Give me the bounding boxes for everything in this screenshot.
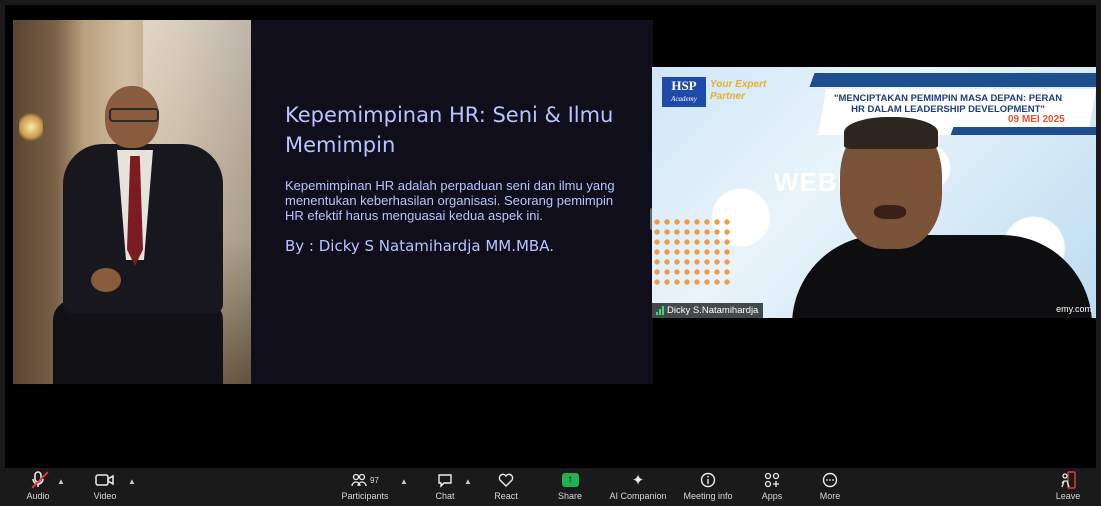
participants-button[interactable]: 97 Participants [330, 470, 400, 501]
logo-text: HSP [671, 78, 697, 93]
sparkle-icon: ✦ [631, 472, 645, 489]
logo-tagline: Your Expert Partner [710, 79, 767, 102]
participants-options-caret[interactable]: ▲ [400, 477, 408, 486]
share-button[interactable]: ↑ Share [535, 470, 605, 501]
slide-body: Kepemimpinan HR adalah perpaduan seni da… [285, 178, 615, 223]
chat-icon [437, 470, 453, 490]
apps-label: Apps [761, 491, 783, 501]
video-label: Video [93, 491, 117, 501]
speaker-figure [792, 117, 1092, 318]
meeting-info-button[interactable]: Meeting info [673, 470, 743, 501]
audio-options-caret[interactable]: ▲ [57, 477, 65, 486]
react-label: React [494, 491, 518, 501]
slide-author: By : Dicky S Natamihardja MM.MBA. [285, 237, 554, 255]
heart-icon [498, 470, 514, 490]
presenter-figure [53, 80, 223, 384]
more-button[interactable]: More [795, 470, 865, 501]
banner-title: "MENCIPTAKAN PEMIMPIN MASA DEPAN: PERAN … [833, 93, 1063, 115]
slide-title: Kepemimpinan HR: Seni & Ilmu Memimpin [285, 103, 614, 157]
ai-companion-label: AI Companion [609, 491, 667, 501]
audio-label: Audio [26, 491, 50, 501]
participant-name-tag: Dicky S.Natamihardja [652, 303, 764, 318]
logo-subtext: Academy [671, 95, 697, 103]
chat-label: Chat [435, 491, 455, 501]
leave-icon [1059, 470, 1077, 490]
participant-video-tile[interactable]: WEBI HSP Academy Your Expert Partner "ME… [652, 67, 1096, 318]
slide-text-block: Kepemimpinan HR: Seni & Ilmu Memimpin Ke… [285, 100, 625, 255]
photo-lamp [19, 112, 43, 142]
microphone-muted-icon [31, 470, 49, 490]
banner-top-bar [809, 73, 1096, 87]
leave-button[interactable]: Leave [1033, 470, 1101, 501]
participants-label: Participants [341, 491, 389, 501]
share-screen-icon: ↑ [561, 470, 579, 490]
ai-companion-button[interactable]: ✦ AI Companion [603, 470, 673, 501]
meeting-info-label: Meeting info [683, 491, 733, 501]
more-icon [822, 470, 838, 490]
participant-name: Dicky S.Natamihardja [667, 305, 759, 316]
participants-icon: 97 [351, 470, 379, 490]
share-label: Share [557, 491, 583, 501]
leave-label: Leave [1055, 491, 1081, 501]
video-options-caret[interactable]: ▲ [128, 477, 136, 486]
info-icon [700, 470, 716, 490]
hsp-academy-logo: HSP Academy [662, 77, 706, 107]
background-url-fragment: emy.com [1056, 304, 1092, 314]
meeting-toolbar: Audio ▲ Video ▲ 97 Participants ▲ Chat ▲… [0, 468, 1101, 506]
camera-icon [95, 470, 115, 490]
background-dots [652, 217, 732, 287]
react-button[interactable]: React [471, 470, 541, 501]
participants-count: 97 [370, 475, 379, 485]
presenter-photo [13, 20, 251, 384]
signal-icon [656, 306, 664, 315]
shared-slide: Kepemimpinan HR: Seni & Ilmu Memimpin Ke… [13, 20, 653, 384]
apps-icon [764, 470, 780, 490]
more-label: More [819, 491, 841, 501]
